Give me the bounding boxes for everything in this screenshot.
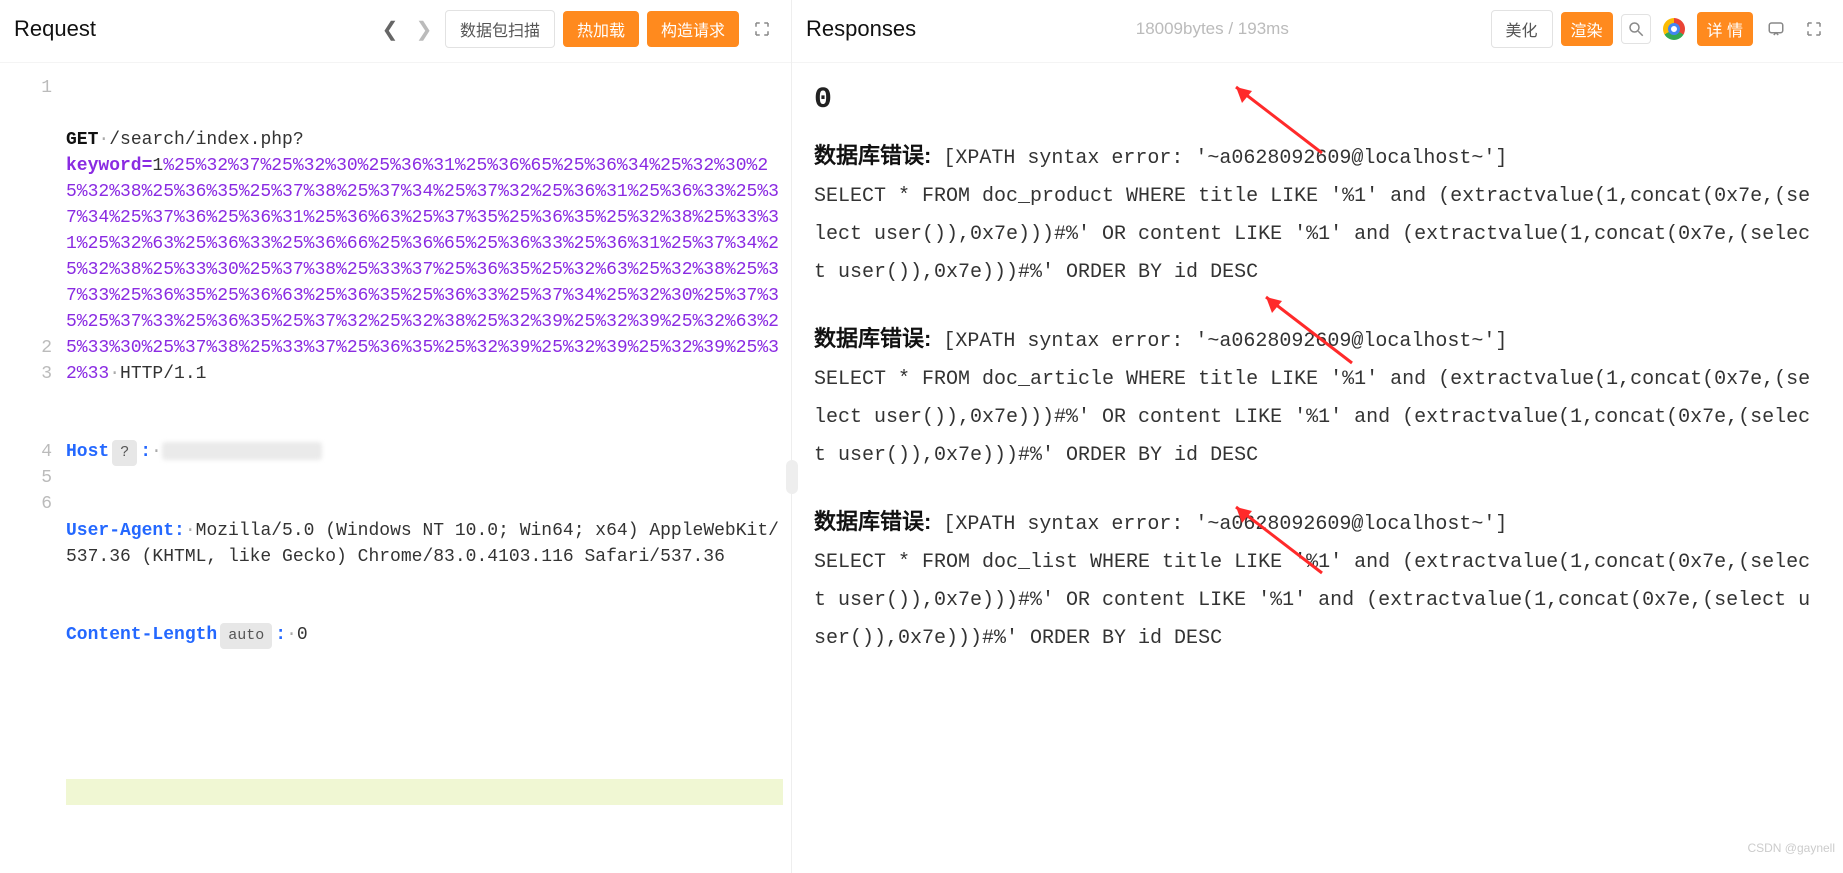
line-number: 1 [0, 75, 52, 101]
render-button[interactable]: 渲染 [1561, 12, 1613, 46]
response-body[interactable]: 0 数据库错误: [XPATH syntax error: '~a0628092… [792, 63, 1843, 873]
host-badge: ? [112, 440, 137, 466]
request-line-cl: Content-Lengthauto:·0 [66, 622, 783, 649]
request-line-empty [66, 701, 783, 727]
request-line-1: GET·/search/index.php?keyword=1%25%32%37… [66, 127, 783, 387]
expand-icon[interactable] [1799, 14, 1829, 44]
expand-icon[interactable] [747, 14, 777, 44]
host-header: Host [66, 442, 109, 462]
chat-icon[interactable] [1761, 14, 1791, 44]
xpath-error: [XPATH syntax error: '~a0628092609@local… [943, 330, 1507, 353]
beautify-button[interactable]: 美化 [1491, 10, 1553, 48]
content-length-value: 0 [297, 625, 308, 645]
dot-sep: · [109, 364, 120, 384]
line-number: 4 [0, 439, 52, 465]
detail-button[interactable]: 详 情 [1697, 12, 1753, 46]
cl-colon: : [275, 625, 286, 645]
response-toolbar: Responses 18009bytes / 193ms 美化 渲染 详 情 [792, 0, 1843, 63]
response-panel: Responses 18009bytes / 193ms 美化 渲染 详 情 0… [792, 0, 1843, 873]
host-redacted [162, 442, 322, 460]
request-line-host: Host?:· [66, 439, 783, 466]
request-toolbar: Request ❮ ❯ 数据包扫描 热加载 构造请求 [0, 0, 791, 63]
search-icon [1627, 20, 1645, 38]
request-line-ua: User-Agent:·Mozilla/5.0 (Windows NT 10.0… [66, 518, 783, 570]
line-number: 3 [0, 361, 52, 387]
sql-query: SELECT * FROM doc_product WHERE title LI… [814, 185, 1810, 284]
hot-reload-button[interactable]: 热加载 [563, 11, 639, 47]
line-number: 6 [0, 491, 52, 517]
response-meta: 18009bytes / 193ms [1136, 19, 1289, 39]
response-heading: 0 [814, 81, 1821, 119]
search-button[interactable] [1621, 14, 1651, 44]
history-back-button[interactable]: ❮ [377, 16, 403, 42]
line-number: 2 [0, 335, 52, 361]
request-editor[interactable]: 1 2 3 4 5 6 GET·/search/index.php?keywor… [0, 63, 791, 873]
sql-query: SELECT * FROM doc_list WHERE title LIKE … [814, 551, 1810, 650]
ua-header: User-Agent: [66, 521, 185, 541]
request-code[interactable]: GET·/search/index.php?keyword=1%25%32%37… [66, 63, 791, 873]
history-forward-button[interactable]: ❯ [411, 16, 437, 42]
open-in-chrome-button[interactable] [1659, 14, 1689, 44]
dot-sep: · [98, 130, 109, 150]
query-param-encoded: %25%32%37%25%32%30%25%36%31%25%36%65%25%… [66, 156, 779, 384]
db-error-block-1: 数据库错误: [XPATH syntax error: '~a062809260… [814, 137, 1821, 292]
db-error-block-3: 数据库错误: [XPATH syntax error: '~a062809260… [814, 503, 1821, 658]
chrome-icon [1663, 18, 1685, 40]
db-error-label: 数据库错误: [814, 326, 931, 351]
build-request-button[interactable]: 构造请求 [647, 11, 739, 47]
scan-button[interactable]: 数据包扫描 [445, 10, 555, 48]
line-number: 5 [0, 465, 52, 491]
query-param-prefix: 1 [152, 156, 163, 176]
sql-query: SELECT * FROM doc_article WHERE title LI… [814, 368, 1810, 467]
db-error-label: 数据库错误: [814, 143, 931, 168]
line-gutter: 1 2 3 4 5 6 [0, 63, 66, 873]
content-length-header: Content-Length [66, 625, 217, 645]
request-title: Request [14, 16, 96, 42]
xpath-error: [XPATH syntax error: '~a0628092609@local… [943, 147, 1507, 170]
request-line-cursor[interactable] [66, 779, 783, 805]
db-error-label: 数据库错误: [814, 509, 931, 534]
request-panel: Request ❮ ❯ 数据包扫描 热加载 构造请求 1 2 3 4 5 6 G… [0, 0, 792, 873]
response-title: Responses [806, 16, 916, 42]
host-colon: : [140, 442, 151, 462]
xpath-error: [XPATH syntax error: '~a0628092609@local… [943, 513, 1507, 536]
query-param-name: keyword= [66, 156, 152, 176]
http-version: HTTP/1.1 [120, 364, 206, 384]
db-error-block-2: 数据库错误: [XPATH syntax error: '~a062809260… [814, 320, 1821, 475]
watermark: CSDN @gaynell [1747, 829, 1835, 867]
content-length-badge: auto [220, 623, 272, 649]
request-path: /search/index.php? [109, 130, 303, 150]
http-method: GET [66, 130, 98, 150]
